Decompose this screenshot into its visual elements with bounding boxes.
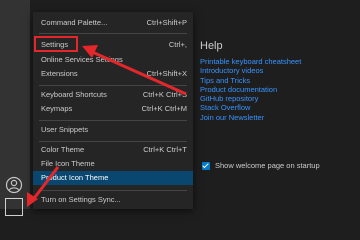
- startup-checkbox[interactable]: [202, 161, 210, 170]
- link-stack-overflow[interactable]: Stack Overflow: [200, 103, 301, 112]
- welcome-page: Help Printable keyboard cheatsheet Intro…: [200, 0, 360, 209]
- menu-item-shortcut: Ctrl+K Ctrl+S: [142, 90, 187, 99]
- menu-item-product-icon-theme[interactable]: Product Icon Theme: [33, 171, 193, 185]
- menu-item-shortcut: Ctrl+,: [168, 40, 187, 49]
- menu-item-label: Online Services Settings: [41, 55, 123, 64]
- menu-item-color-theme[interactable]: Color Theme Ctrl+K Ctrl+T: [33, 143, 193, 157]
- startup-checkbox-label: Show welcome page on startup: [215, 161, 320, 170]
- gear-icon[interactable]: [5, 198, 23, 216]
- menu-item-label: Turn on Settings Sync...: [41, 195, 121, 204]
- account-icon[interactable]: [5, 176, 23, 194]
- menu-item-label: Extensions: [41, 69, 78, 78]
- menu-separator: [39, 85, 187, 86]
- menu-separator: [39, 190, 187, 191]
- menu-item-shortcut: Ctrl+K Ctrl+T: [143, 145, 187, 154]
- menu-separator: [39, 120, 187, 121]
- activity-bar: [0, 0, 30, 216]
- link-product-documentation[interactable]: Product documentation: [200, 85, 301, 94]
- menu-item-command-palette[interactable]: Command Palette... Ctrl+Shift+P: [33, 16, 193, 30]
- startup-option[interactable]: Show welcome page on startup: [202, 161, 320, 170]
- settings-highlight-box: [34, 36, 78, 52]
- menu-item-label: Color Theme: [41, 145, 85, 154]
- link-tips-and-tricks[interactable]: Tips and Tricks: [200, 76, 301, 85]
- menu-item-keymaps[interactable]: Keymaps Ctrl+K Ctrl+M: [33, 102, 193, 116]
- menu-item-shortcut: Ctrl+Shift+X: [146, 69, 187, 78]
- menu-item-shortcut: Ctrl+Shift+P: [146, 18, 187, 27]
- menu-item-label: User Snippets: [41, 125, 89, 134]
- link-introductory-videos[interactable]: Introductory videos: [200, 66, 301, 75]
- menu-item-file-icon-theme[interactable]: File Icon Theme: [33, 157, 193, 171]
- menu-item-shortcut: Ctrl+K Ctrl+M: [141, 104, 187, 113]
- link-keyboard-cheatsheet[interactable]: Printable keyboard cheatsheet: [200, 57, 301, 66]
- menu-item-settings-sync[interactable]: Turn on Settings Sync...: [33, 193, 193, 207]
- link-newsletter[interactable]: Join our Newsletter: [200, 113, 301, 122]
- help-heading: Help: [200, 40, 223, 52]
- menu-item-label: Command Palette...: [41, 18, 108, 27]
- menu-item-online-services-settings[interactable]: Online Services Settings: [33, 53, 193, 67]
- menu-item-user-snippets[interactable]: User Snippets: [33, 123, 193, 137]
- help-links: Printable keyboard cheatsheet Introducto…: [200, 57, 301, 122]
- menu-item-label: Keyboard Shortcuts: [41, 90, 107, 99]
- link-github-repository[interactable]: GitHub repository: [200, 94, 301, 103]
- menu-separator: [39, 141, 187, 142]
- menu-item-extensions[interactable]: Extensions Ctrl+Shift+X: [33, 67, 193, 81]
- menu-item-label: Product Icon Theme: [41, 173, 109, 182]
- menu-item-label: Keymaps: [41, 104, 73, 113]
- menu-item-keyboard-shortcuts[interactable]: Keyboard Shortcuts Ctrl+K Ctrl+S: [33, 88, 193, 102]
- menu-separator: [39, 33, 187, 34]
- menu-item-label: File Icon Theme: [41, 159, 95, 168]
